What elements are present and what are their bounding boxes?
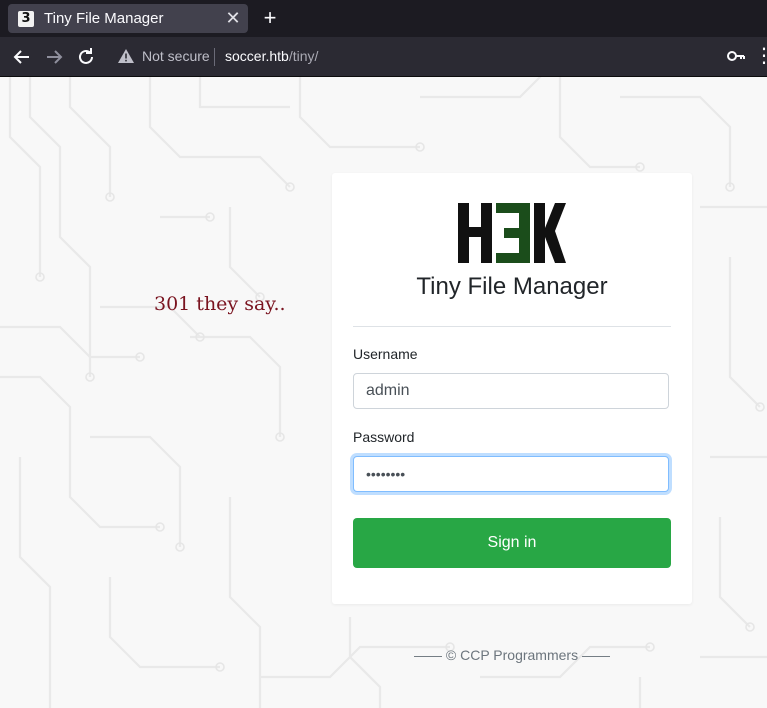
- page-content: 301 they say.. Tiny File Manager Usernam…: [0, 77, 767, 708]
- tab-favicon-icon: 3: [18, 11, 34, 27]
- sign-in-button[interactable]: Sign in: [353, 518, 671, 568]
- tab-title: Tiny File Manager: [44, 10, 164, 27]
- url-host: soccer.htb: [225, 48, 289, 64]
- url-separator: [214, 48, 215, 66]
- security-label[interactable]: Not secure: [142, 48, 210, 64]
- url-path: /tiny/: [288, 48, 319, 64]
- more-icon[interactable]: ⋮: [754, 45, 767, 67]
- h3k-logo: [458, 203, 566, 263]
- url-text[interactable]: soccer.htb/tiny/: [225, 48, 318, 64]
- password-label: Password: [353, 429, 415, 445]
- close-icon[interactable]: ✕: [224, 9, 242, 27]
- plus-icon[interactable]: +: [258, 6, 282, 30]
- divider: [353, 326, 671, 327]
- password-value: ••••••••: [366, 466, 406, 482]
- username-label: Username: [353, 346, 418, 362]
- app-title: Tiny File Manager: [416, 273, 608, 300]
- reload-icon[interactable]: [74, 45, 98, 69]
- url-bar[interactable]: Not secure soccer.htb/tiny/: [110, 41, 710, 72]
- warning-icon[interactable]: [118, 49, 134, 63]
- tab-bar: 3 Tiny File Manager ✕ +: [0, 0, 767, 37]
- arrow-left-icon[interactable]: [10, 45, 34, 69]
- navigation-bar: Not secure soccer.htb/tiny/ ⋮: [0, 37, 767, 77]
- footer-credit: —— © CCP Programmers ——: [414, 647, 610, 663]
- arrow-right-icon[interactable]: [42, 45, 66, 69]
- key-icon[interactable]: [726, 46, 746, 66]
- username-input[interactable]: admin: [353, 373, 669, 409]
- login-card: Tiny File Manager Username admin Passwor…: [332, 173, 692, 604]
- password-input[interactable]: ••••••••: [353, 456, 669, 492]
- tagline: 301 they say..: [154, 293, 286, 315]
- browser-tab[interactable]: 3 Tiny File Manager ✕: [8, 4, 248, 33]
